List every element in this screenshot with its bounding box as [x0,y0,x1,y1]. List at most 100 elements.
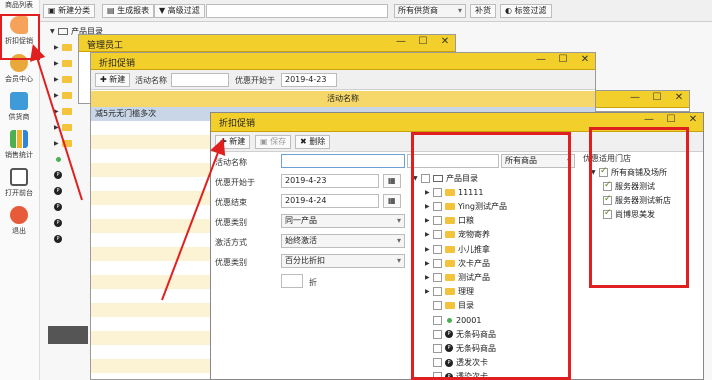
product-filter-select[interactable]: 所有商品 [501,154,575,168]
generate-report-button[interactable]: ▤ 生成报表 [102,4,155,18]
product-tree-item[interactable]: ▶ 次卡产品 [425,256,490,270]
product-tree-item[interactable]: 目录 [425,299,474,313]
category-label: 优惠类别 [215,218,247,227]
chevron-right-icon[interactable]: ▶ [425,246,433,253]
sidebar-item-member[interactable]: 会员中心 [0,54,38,84]
checkbox[interactable] [433,315,442,325]
new-category-button[interactable]: ▣ 新建分类 [43,4,96,18]
sidebar-item-discount[interactable]: 折扣促销 [0,16,38,46]
checkbox[interactable] [433,372,442,379]
activation-select[interactable]: 始终激活 [281,234,405,248]
checkbox[interactable] [433,244,442,254]
start-calendar-icon[interactable]: ▦ [383,174,401,188]
product-tree-item[interactable]: ▶ 小儿推拿 [425,242,490,256]
checkbox[interactable] [433,329,442,339]
checkbox[interactable] [433,301,442,311]
checkbox[interactable] [433,358,442,368]
product-tree-item[interactable]: P 无条码商品 [425,341,496,355]
product-tree-item[interactable]: ▶ Ying测试产品 [425,199,507,213]
checkbox[interactable] [433,230,442,240]
chevron-right-icon[interactable]: ▶ [425,274,433,281]
staff-window-titlebar[interactable]: 管理员工 — ☐ ✕ [79,35,455,52]
product-tree-item[interactable]: ▶ 宠物寄养 [425,228,490,242]
category-select[interactable]: 同一产品 [281,214,405,228]
checkbox[interactable] [433,216,442,226]
end-calendar-icon[interactable]: ▦ [383,194,401,208]
main-search-input[interactable] [206,4,388,18]
product-search-input[interactable] [407,154,499,168]
start-date-input[interactable]: 2019-4-23 [281,73,337,87]
new-button[interactable]: ✚ 新建 [215,135,251,149]
product-tree-item[interactable]: ▶ 11111 [425,185,483,199]
product-tree-item[interactable]: ▶ 测试产品 [425,270,490,284]
chevron-down-icon[interactable]: ▼ [413,175,421,182]
sidebar-item-supplier[interactable]: 供货商 [0,92,38,122]
start-date-input[interactable]: 2019-4-23 [281,174,379,188]
sidebar-item-exit[interactable]: 退出 [0,206,38,236]
supplier-icon [10,92,28,110]
maximize-icon[interactable]: ☐ [665,114,677,125]
close-icon[interactable]: ✕ [439,36,451,47]
window-title: 管理员工 [87,41,124,51]
name-input[interactable] [281,154,405,168]
name-search-input[interactable] [171,73,229,87]
store-tree-item[interactable]: 尚博思美发 [603,207,655,221]
discount-input[interactable] [281,274,303,288]
product-tree-item[interactable]: ▶ 理理 [425,285,474,299]
chevron-right-icon[interactable]: ▶ [425,231,433,238]
sidebar-item-goods[interactable]: 商品列表 [0,0,38,10]
store-tree-item[interactable]: 服务器测试 [603,179,655,193]
store-tree-item[interactable]: ▼ 所有商铺及场所 [591,165,667,179]
new-button[interactable]: ✚ 新建 [95,73,131,87]
chevron-right-icon[interactable]: ▶ [425,288,433,295]
minimize-icon[interactable]: — [643,114,655,125]
save-button[interactable]: ▣ 保存 [255,135,292,149]
chevron-right-icon[interactable]: ▶ [425,189,433,196]
replenish-button[interactable]: 补货 [470,4,496,18]
maximize-icon[interactable]: ☐ [417,36,429,47]
chevron-right-icon[interactable]: ▶ [425,260,433,267]
minimize-icon[interactable]: — [395,36,407,47]
close-icon[interactable]: ✕ [579,54,591,65]
sidebar-item-pos[interactable]: 打开前台 [0,168,38,198]
product-tree-item[interactable]: P 透发次卡 [425,356,488,370]
window-title: 折扣促销 [99,59,136,69]
chevron-down-icon[interactable]: ▼ [591,169,599,176]
advanced-filter-button[interactable]: ▼ 高级过滤 [154,4,205,18]
product-tree-item[interactable]: P 透染次卡 [425,370,488,380]
checkbox[interactable] [603,180,612,191]
promo-back-titlebar[interactable]: 折扣促销 — ☐ ✕ [91,53,595,70]
checkbox[interactable] [421,173,430,183]
product-tree-item[interactable]: ▶ 口粮 [425,214,474,228]
product-tree-item[interactable]: ▼ 产品目录 [413,171,478,185]
store-tree-item[interactable]: 服务器测试新店 [603,193,671,207]
sidebar-item-sales[interactable]: 销售统计 [0,130,38,160]
checkbox[interactable] [603,208,612,219]
delete-button[interactable]: ✖ 删除 [295,135,331,149]
checkbox[interactable] [433,272,442,282]
end-date-input[interactable]: 2019-4-24 [281,194,379,208]
product-tree-label: 透染次卡 [456,372,488,380]
main-toolbar: ▣ 新建分类 ▤ 生成报表 ▼ 高级过滤 所有供货商 补货 ◐ 标签过滤 [40,0,712,22]
chevron-right-icon[interactable]: ▶ [425,203,433,210]
checkbox[interactable] [433,343,442,353]
sidebar-item-label: 打开前台 [5,189,33,197]
checkbox[interactable] [433,258,442,268]
checkbox[interactable] [599,166,608,177]
minimize-icon[interactable]: — [535,54,547,65]
product-tree-item[interactable]: 20001 [425,313,481,327]
product-tree-item[interactable]: P 无条码商品 [425,327,496,341]
chevron-right-icon[interactable]: ▶ [425,217,433,224]
promo-front-titlebar[interactable]: 折扣促销 — ☐ ✕ [211,113,703,132]
maximize-icon[interactable]: ☐ [557,54,569,65]
checkbox[interactable] [433,287,442,297]
checkbox[interactable] [433,201,442,211]
checkbox[interactable] [433,187,442,197]
promo-back-toolbar: ✚ 新建 活动名称 优惠开始于 2019-4-23 [91,70,595,90]
tag-filter-button[interactable]: ◐ 标签过滤 [500,4,552,18]
close-icon[interactable]: ✕ [687,114,699,125]
supplier-select[interactable]: 所有供货商 [394,4,466,18]
checkbox[interactable] [603,194,612,205]
type-select[interactable]: 百分比折扣 [281,254,405,268]
product-tree-label: 宠物寄养 [458,230,490,240]
